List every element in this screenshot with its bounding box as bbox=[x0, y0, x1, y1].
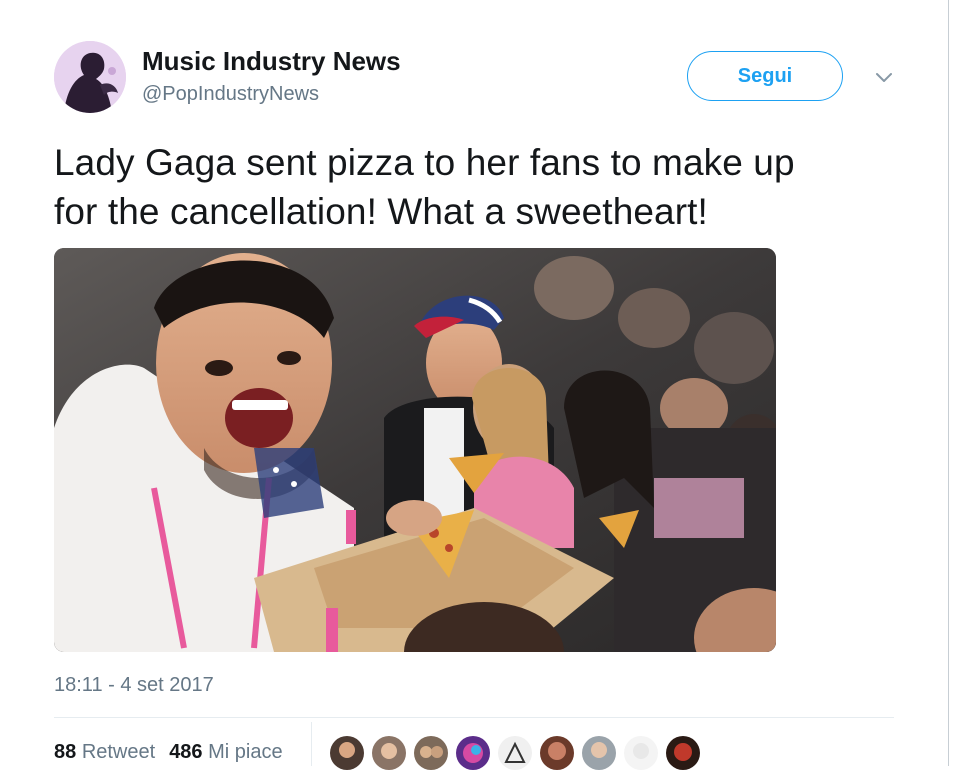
follow-button[interactable]: Segui bbox=[687, 51, 843, 101]
tweet-text-line: Lady Gaga sent pizza to her fans to make… bbox=[54, 142, 795, 183]
avatar[interactable] bbox=[54, 41, 126, 113]
liker-avatar[interactable] bbox=[456, 736, 490, 770]
liker-avatar[interactable] bbox=[540, 736, 574, 770]
window-edge bbox=[948, 0, 949, 766]
tweet-text-line: for the cancellation! What a sweetheart! bbox=[54, 191, 708, 232]
liker-avatar[interactable] bbox=[624, 736, 658, 770]
tweet-header: Music Industry News @PopIndustryNews Seg… bbox=[54, 41, 895, 113]
divider bbox=[54, 717, 894, 718]
liker-avatar[interactable] bbox=[582, 736, 616, 770]
liker-avatar[interactable] bbox=[414, 736, 448, 770]
tweet-photo[interactable] bbox=[54, 248, 776, 652]
liker-avatars bbox=[330, 736, 700, 770]
liker-avatar[interactable] bbox=[372, 736, 406, 770]
like-label: Mi piace bbox=[208, 741, 283, 763]
liker-avatar[interactable] bbox=[330, 736, 364, 770]
retweet-label: Retweet bbox=[81, 741, 156, 763]
tweet-stats: 88 Retweet 486 Mi piace bbox=[54, 741, 283, 764]
stats-separator bbox=[311, 722, 312, 766]
chevron-down-icon[interactable] bbox=[872, 65, 896, 89]
like-count[interactable]: 486 Mi piace bbox=[169, 741, 282, 764]
tweet-text: Lady Gaga sent pizza to her fans to make… bbox=[54, 138, 914, 236]
user-name[interactable]: Music Industry News bbox=[142, 46, 401, 77]
user-handle[interactable]: @PopIndustryNews bbox=[142, 83, 319, 106]
liker-avatar[interactable] bbox=[666, 736, 700, 770]
retweet-count-value: 88 bbox=[54, 741, 77, 763]
liker-avatar[interactable] bbox=[498, 736, 532, 770]
retweet-count[interactable]: 88 Retweet bbox=[54, 741, 155, 764]
like-count-value: 486 bbox=[169, 741, 203, 763]
tweet-timestamp[interactable]: 18:11 - 4 set 2017 bbox=[54, 674, 214, 697]
